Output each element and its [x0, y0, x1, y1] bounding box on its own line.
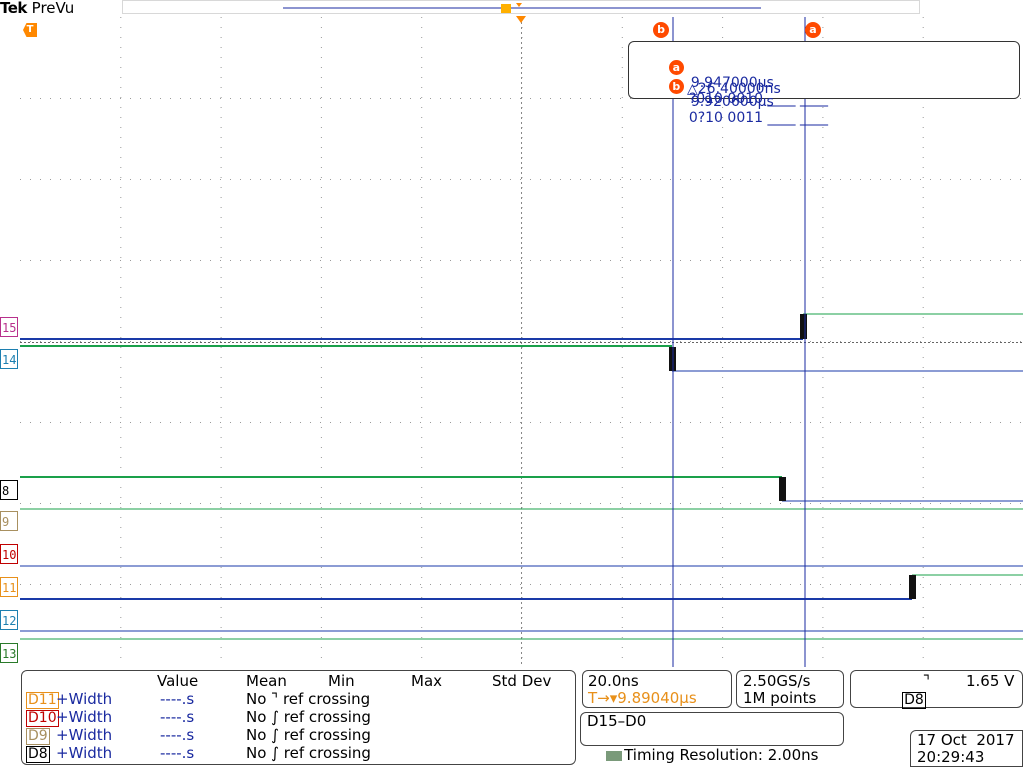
timing-resolution: Timing Resolution: 2.00ns	[587, 728, 818, 782]
sample-rate: 2.50GS/s	[743, 672, 811, 690]
graticule-grid	[20, 17, 1022, 664]
measurement-row[interactable]: D8 +Width ----.s No ∫ ref crossing	[22, 744, 572, 763]
record-length: 1M points	[743, 689, 817, 707]
acquisition-mode: PreVu	[31, 0, 75, 17]
channel-label-d10[interactable]: 10	[0, 544, 18, 564]
measurement-type: +Width	[56, 690, 113, 708]
date: 17 Oct 2017	[917, 731, 1015, 749]
header-mean: Mean	[246, 672, 287, 690]
measurement-source-wrap: D9	[26, 726, 50, 745]
timing-panel[interactable]: D15–D0 Timing Resolution: 2.00ns	[580, 712, 844, 764]
trigger-source: D8	[883, 672, 926, 727]
measurement-type: +Width	[56, 744, 113, 762]
measurement-type: +Width	[56, 708, 113, 726]
channel-label-d11[interactable]: 11	[0, 577, 18, 597]
digital-icon	[606, 750, 623, 761]
channel-label-d13[interactable]: 13	[0, 643, 18, 663]
cursor-a-handle[interactable]: a	[805, 22, 821, 38]
brand-label: Tek PreVu	[0, 0, 74, 17]
trigger-source-label: D8	[902, 692, 926, 709]
header-max: Max	[411, 672, 443, 690]
header-std-dev: Std Dev	[492, 672, 552, 690]
trigger-marker-label: T	[26, 24, 34, 35]
measurement-value: ----.s	[160, 744, 195, 762]
waveform-display[interactable]	[20, 17, 1023, 667]
measurement-row[interactable]: D11 +Width ----.s No ⌝ ref crossing	[22, 690, 572, 709]
trigger-point-icon	[516, 16, 526, 23]
datetime-panel: 17 Oct 2017 20:29:43	[910, 730, 1023, 767]
measurement-value: ----.s	[160, 726, 195, 744]
measurement-type: +Width	[56, 726, 113, 744]
header-value: Value	[157, 672, 199, 690]
record-view-bar[interactable]	[122, 0, 920, 14]
header-min: Min	[328, 672, 355, 690]
channel-label-d12[interactable]: 12	[0, 610, 18, 630]
cursor-delta: △26.40000ns	[687, 81, 781, 97]
measurement-note: No ⌝ ref crossing	[246, 690, 371, 708]
cursor-b-bits: 0?10 0011 ____ ____	[688, 110, 828, 126]
trigger-level: 1.65 V	[966, 672, 1015, 690]
measurement-source: D8	[26, 746, 50, 763]
channel-label-d9[interactable]: 9	[0, 511, 18, 531]
measurement-note: No ∫ ref crossing	[246, 708, 371, 726]
measurement-source: D9	[26, 728, 50, 745]
trigger-panel[interactable]: D8 ⌝ 1.65 V	[850, 670, 1023, 709]
measurement-note: No ∫ ref crossing	[246, 744, 371, 762]
measurement-panel[interactable]: Value Mean Min Max Std Dev D11 +Width ----…	[21, 670, 576, 765]
measurement-row[interactable]: D9 +Width ----.s No ∫ ref crossing	[22, 726, 572, 745]
measurement-source-wrap: D10	[26, 708, 59, 727]
trigger-position: T→▾9.89040µs	[588, 689, 697, 707]
edge-d8	[779, 477, 786, 501]
acquisition-panel[interactable]: 2.50GS/s 1M points	[736, 670, 844, 708]
cursor-readout-panel[interactable]: a 9.947000µs ?010 0010 ____ ____ b 9.920…	[628, 41, 1020, 126]
measurement-value: ----.s	[160, 708, 195, 726]
measurement-source: D11	[26, 692, 59, 709]
top-bar: Tek PreVu	[0, 0, 1024, 17]
measurement-value: ----.s	[160, 690, 195, 708]
edge-d15	[800, 314, 807, 339]
time: 20:29:43	[917, 748, 985, 766]
cursor-b-badge: b	[668, 78, 684, 94]
measurement-source-wrap: D11	[26, 690, 59, 709]
horizontal-scale: 20.0ns	[588, 672, 639, 690]
timing-resolution-text: Timing Resolution: 2.00ns	[624, 746, 819, 764]
record-view-graphic	[283, 3, 761, 13]
measurement-source-wrap: D8	[26, 744, 50, 763]
channel-label-d15[interactable]: 15	[0, 317, 18, 337]
brand-vendor: Tek	[0, 0, 27, 17]
channel-label-d14[interactable]: 14	[0, 349, 18, 369]
cursor-b-handle[interactable]: b	[653, 22, 669, 38]
edge-d11	[909, 575, 916, 599]
measurement-note: No ∫ ref crossing	[246, 726, 371, 744]
measurement-source: D10	[26, 710, 59, 727]
channel-label-d8[interactable]: 8	[0, 480, 18, 500]
horizontal-panel[interactable]: 20.0ns T→▾9.89040µs	[582, 670, 732, 708]
cursor-b-readout: b 9.920600µs 0?10 0011 ____ ____	[651, 62, 828, 142]
waveform-graticule	[20, 17, 1023, 667]
trigger-slope-icon: ⌝	[923, 672, 931, 690]
measurement-row[interactable]: D10 +Width ----.s No ∫ ref crossing	[22, 708, 572, 727]
